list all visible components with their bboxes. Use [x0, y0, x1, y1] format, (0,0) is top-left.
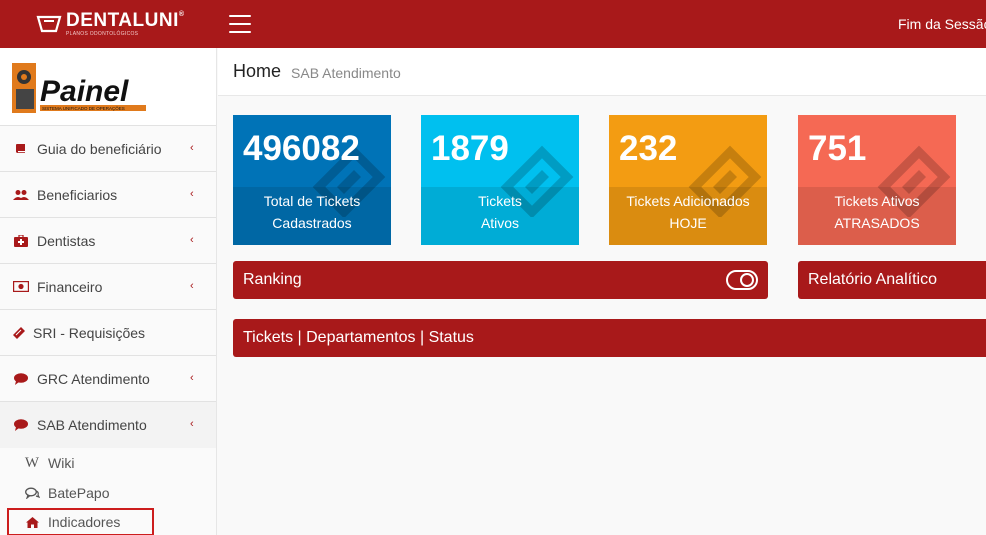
stat-card-tickets-today[interactable]: 232 Tickets Adicionados HOJE [609, 115, 767, 245]
page-title: Home [233, 61, 282, 81]
sidebar-item-sab-atendimento[interactable]: SAB Atendimento ‹ [0, 402, 216, 448]
sidebar-subitem-indicadores[interactable]: Indicadores [7, 508, 154, 535]
panel-title: Ranking [243, 271, 302, 288]
painel-logo: Painel SISTEMA UNIFICADO DE OPERAÇÕES [12, 63, 148, 113]
stat-label: Total de Tickets Cadastrados [263, 193, 361, 231]
comment-icon [12, 418, 30, 432]
painel-logo-text: Painel [40, 75, 129, 108]
logo-text: DENTALUNI® [66, 10, 185, 31]
panel-title: Tickets | Departamentos | Status [243, 329, 474, 346]
toggle-knob [740, 273, 754, 287]
sidebar-item-label: SRI - Requisições [33, 324, 146, 341]
sidebar-item-sri-requisicoes[interactable]: SRI - Requisições [0, 310, 216, 356]
chat-icon [24, 487, 40, 499]
ranking-toggle[interactable] [726, 270, 758, 290]
stat-card-total-tickets[interactable]: 496082 Total de Tickets Cadastrados [233, 115, 391, 245]
money-icon [12, 280, 30, 294]
users-icon [12, 188, 30, 202]
sidebar-item-label: Guia do beneficiário [37, 140, 162, 157]
sidebar-item-label: SAB Atendimento [37, 417, 147, 433]
stat-value: 1879 [431, 129, 509, 168]
comment-icon [12, 372, 30, 386]
sidebar-item-label: GRC Atendimento [37, 370, 150, 387]
sidebar-subitem-batepapo[interactable]: BatePapo [0, 478, 216, 508]
sidebar-item-label: Beneficiarios [37, 186, 118, 203]
tickets-panel-header[interactable]: Tickets | Departamentos | Status [233, 319, 986, 357]
sidebar-subitem-wiki[interactable]: W Wiki [0, 448, 216, 478]
stat-label: Tickets Ativos ATRASADOS [834, 193, 920, 231]
chevron-left-icon: ‹ [190, 372, 194, 384]
dentaluni-logo-mark [36, 14, 62, 34]
sidebar-item-financeiro[interactable]: Financeiro ‹ [0, 264, 216, 310]
stat-label: Tickets Ativos [478, 193, 522, 231]
hamburger-line [229, 15, 251, 17]
page-subtitle: SAB Atendimento [291, 65, 401, 81]
sidebar-item-grc-atendimento[interactable]: GRC Atendimento ‹ [0, 356, 216, 402]
sidebar-item-beneficiarios[interactable]: Beneficiarios ‹ [0, 172, 216, 218]
relatorio-panel-header[interactable]: Relatório Analítico [798, 261, 986, 299]
sidebar-item-label: Dentistas [37, 232, 96, 249]
sidebar-brand: Painel SISTEMA UNIFICADO DE OPERAÇÕES [0, 48, 216, 126]
sidebar-subitem-label: Wiki [48, 455, 75, 471]
medkit-icon [12, 234, 30, 248]
page-header: Home SAB Atendimento [218, 48, 986, 96]
chevron-left-icon: ‹ [190, 280, 194, 292]
hamburger-line [229, 31, 251, 33]
chevron-left-icon: ‹ [190, 188, 194, 200]
sidebar-subitem-label: BatePapo [48, 485, 110, 501]
chevron-left-icon: ‹ [190, 234, 194, 246]
menu-toggle-button[interactable] [229, 15, 251, 33]
stat-value: 496082 [243, 129, 360, 168]
logo-subtitle: PLANOS ODONTOLÓGICOS [66, 31, 139, 37]
sidebar-subitem-label: Indicadores [48, 514, 121, 530]
sidebar-item-label: Financeiro [37, 278, 103, 295]
panel-title: Relatório Analítico [808, 271, 937, 288]
chevron-down-icon: ‹ [190, 418, 194, 430]
stat-value: 232 [619, 129, 678, 168]
stat-value: 751 [808, 129, 867, 168]
hamburger-line [229, 23, 251, 25]
header-logo[interactable]: DENTALUNI® PLANOS ODONTOLÓGICOS [0, 0, 217, 48]
home-icon [24, 516, 40, 528]
chevron-left-icon: ‹ [190, 142, 194, 154]
sidebar-item-guia-beneficiario[interactable]: Guia do beneficiário ‹ [0, 126, 216, 172]
painel-logo-subtitle: SISTEMA UNIFICADO DE OPERAÇÕES [42, 105, 125, 111]
top-navbar: DENTALUNI® PLANOS ODONTOLÓGICOS Fim da S… [0, 0, 986, 48]
ticket-icon [10, 326, 28, 340]
sidebar: Painel SISTEMA UNIFICADO DE OPERAÇÕES Gu… [0, 48, 217, 535]
sidebar-item-dentistas[interactable]: Dentistas ‹ [0, 218, 216, 264]
stat-label: Tickets Adicionados HOJE [626, 193, 750, 231]
stat-card-active-tickets[interactable]: 1879 Tickets Ativos [421, 115, 579, 245]
logout-link[interactable]: Fim da Sessão [898, 16, 986, 32]
wikipedia-icon: W [24, 454, 40, 471]
ranking-panel-header[interactable]: Ranking [233, 261, 768, 299]
book-icon [12, 142, 30, 156]
stat-card-late-tickets[interactable]: 751 Tickets Ativos ATRASADOS [798, 115, 956, 245]
